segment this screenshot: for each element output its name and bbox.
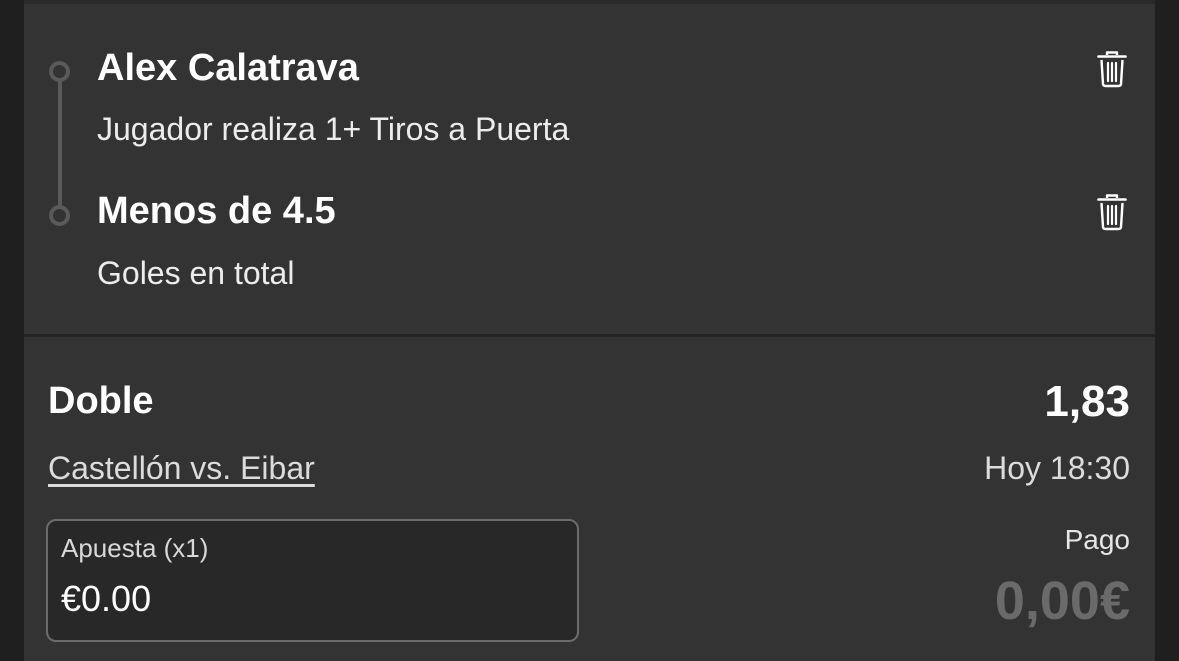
payout-label: Pago xyxy=(1064,524,1130,555)
card-top-border xyxy=(24,0,1155,4)
timeline-dot xyxy=(49,61,70,82)
selection-market: Goles en total xyxy=(97,255,295,291)
trash-icon[interactable] xyxy=(1097,50,1127,88)
bet-slip-card: Alex Calatrava Jugador realiza 1+ Tiros … xyxy=(24,0,1155,661)
selection-market: Jugador realiza 1+ Tiros a Puerta xyxy=(97,111,570,147)
selection-title: Alex Calatrava xyxy=(97,47,359,89)
section-divider xyxy=(24,334,1155,337)
stake-value[interactable]: €0.00 xyxy=(61,578,151,620)
selection-title: Menos de 4.5 xyxy=(97,190,336,232)
timeline-line xyxy=(58,78,62,206)
payout-value: 0,00€ xyxy=(994,571,1130,631)
stake-input[interactable]: Apuesta (x1) €0.00 xyxy=(46,519,579,642)
bet-type: Doble xyxy=(48,380,154,422)
timeline-dot xyxy=(49,205,70,226)
trash-icon[interactable] xyxy=(1097,193,1127,231)
combined-odds: 1,83 xyxy=(1044,377,1130,426)
event-time: Hoy 18:30 xyxy=(984,450,1130,486)
event-link[interactable]: Castellón vs. Eibar xyxy=(48,450,315,487)
stake-label: Apuesta (x1) xyxy=(61,533,209,563)
